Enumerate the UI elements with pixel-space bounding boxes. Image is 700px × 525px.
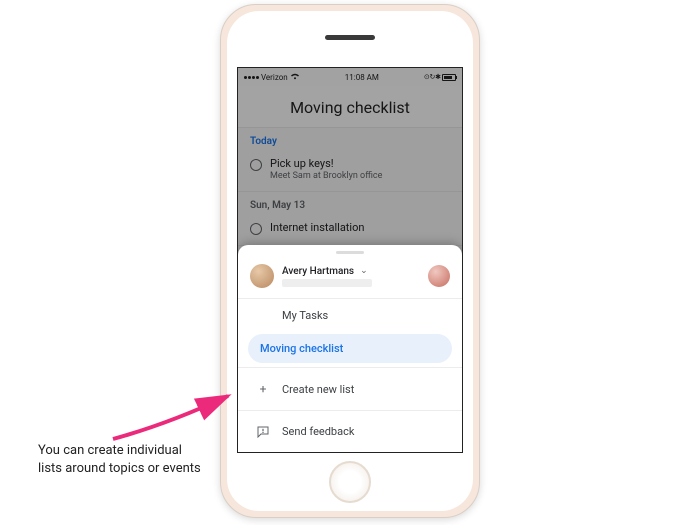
phone-frame: Verizon 11:08 AM ⊙ ↻ ✱ Moving checklist … [220, 4, 480, 518]
app-screen: Verizon 11:08 AM ⊙ ↻ ✱ Moving checklist … [237, 67, 463, 453]
create-new-label: Create new list [282, 383, 354, 396]
phone-inner: Verizon 11:08 AM ⊙ ↻ ✱ Moving checklist … [227, 11, 473, 511]
home-button[interactable] [329, 461, 371, 503]
divider [238, 367, 462, 368]
bottom-sheet: Avery Hartmans ⌄ My Tasks Moving checkli… [238, 245, 462, 452]
list-option-moving-checklist[interactable]: Moving checklist [248, 334, 452, 363]
feedback-label: Send feedback [282, 425, 354, 438]
account-switcher[interactable]: Avery Hartmans ⌄ [238, 258, 462, 299]
list-option-my-tasks[interactable]: My Tasks [238, 299, 462, 332]
phone-speaker [325, 35, 375, 40]
create-new-list-button[interactable]: + Create new list [238, 372, 462, 406]
list-label: My Tasks [282, 309, 328, 322]
chevron-down-icon: ⌄ [360, 266, 368, 276]
send-feedback-button[interactable]: Send feedback [238, 415, 462, 448]
feedback-icon [256, 426, 270, 438]
list-label: Moving checklist [260, 342, 343, 355]
alt-avatar[interactable] [428, 265, 450, 287]
annotation-arrow [108, 384, 238, 444]
plus-icon: + [256, 382, 270, 396]
account-name: Avery Hartmans [282, 266, 354, 277]
annotation-caption: You can create individual lists around t… [38, 442, 208, 477]
account-email-redacted [282, 279, 372, 287]
avatar [250, 264, 274, 288]
divider [238, 410, 462, 411]
drag-handle[interactable] [336, 251, 364, 254]
